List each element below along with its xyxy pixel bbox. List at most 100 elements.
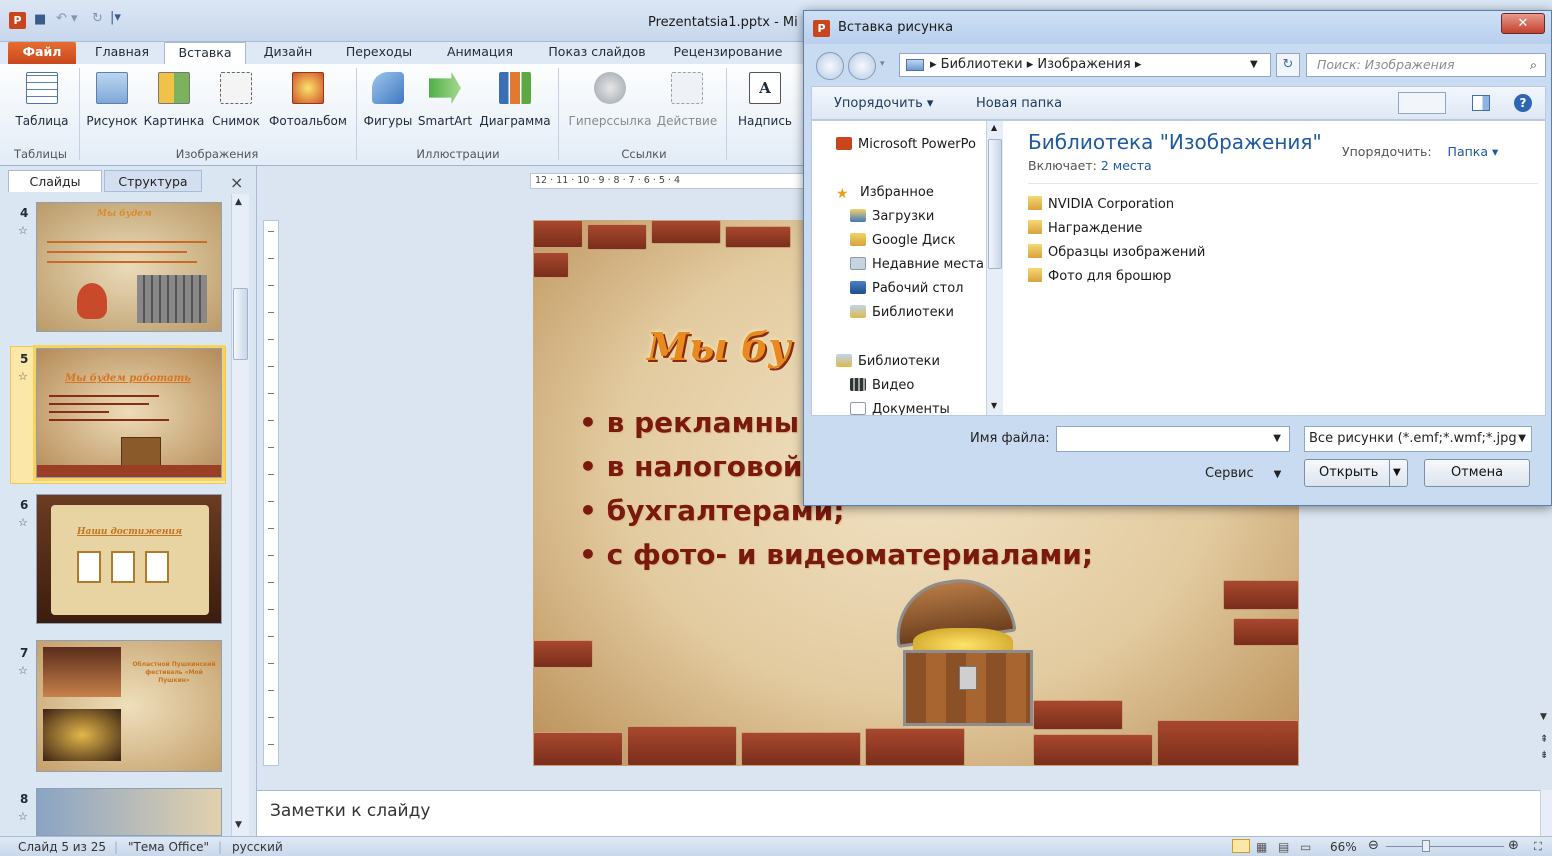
nav-item-google-drive[interactable]: Google Диск <box>850 233 956 248</box>
back-icon[interactable] <box>816 52 844 80</box>
table-button[interactable]: Таблица <box>8 68 76 128</box>
theme-name[interactable]: "Тема Office" <box>128 840 209 854</box>
nav-item-libraries-fav[interactable]: Библиотеки <box>850 305 954 320</box>
save-icon[interactable]: ■ <box>34 12 46 27</box>
slide-thumbnail[interactable]: Наши достижения <box>36 494 222 624</box>
slide-sorter-icon[interactable]: ▦ <box>1256 840 1267 854</box>
search-input[interactable]: Поиск: Изображения ⌕ <box>1306 53 1546 77</box>
textbox-button[interactable]: A Надпись <box>730 68 800 128</box>
slide-thumbnail-selected[interactable]: Мы будем работать <box>33 345 225 481</box>
slide-thumbnail[interactable]: Мы будем <box>36 202 222 332</box>
scroll-up-icon[interactable]: ▲ <box>991 123 997 132</box>
zoom-slider-thumb[interactable] <box>1422 840 1430 852</box>
chart-button[interactable]: Диаграмма <box>476 68 554 128</box>
scrollbar-thumb[interactable] <box>988 139 1002 269</box>
slide-thumbnail[interactable] <box>36 788 222 836</box>
new-folder-button[interactable]: Новая папка <box>976 96 1062 111</box>
notes-scrollbar[interactable] <box>1540 790 1552 836</box>
refresh-icon[interactable]: ↻ <box>1276 53 1300 77</box>
zoom-slider[interactable] <box>1386 846 1504 847</box>
nav-item-desktop[interactable]: Рабочий стол <box>850 281 963 296</box>
filename-input[interactable]: ▼ <box>1056 426 1290 452</box>
folder-item[interactable]: Награждение <box>1028 220 1142 236</box>
library-locations-link[interactable]: 2 места <box>1101 158 1152 173</box>
scroll-down-icon[interactable]: ▼ <box>1540 712 1547 722</box>
breadcrumb[interactable]: ▸ Библиотеки ▸ Изображения ▸ <box>930 57 1141 72</box>
normal-view-icon[interactable] <box>1232 839 1250 853</box>
next-slide-icon[interactable]: ⇟ <box>1540 750 1548 761</box>
language[interactable]: русский <box>232 840 283 854</box>
undo-icon[interactable]: ↶ ▾ <box>56 11 78 26</box>
open-button[interactable]: Открыть ▼ <box>1304 459 1408 487</box>
customize-qat-icon[interactable]: |▾ <box>110 10 121 25</box>
preview-pane-icon[interactable] <box>1472 95 1490 111</box>
shapes-button[interactable]: Фигуры <box>360 68 416 128</box>
tab-home[interactable]: Главная <box>84 42 160 64</box>
nav-item-powerpoint[interactable]: Microsoft PowerPo <box>836 137 976 152</box>
tab-insert[interactable]: Вставка <box>164 42 246 64</box>
zoom-in-icon[interactable]: ⊕ <box>1508 838 1519 853</box>
action-button[interactable]: Действие <box>654 68 720 128</box>
notes-pane[interactable]: Заметки к слайду <box>257 790 1542 836</box>
help-icon[interactable]: ? <box>1514 94 1532 112</box>
zoom-level[interactable]: 66% <box>1330 840 1357 854</box>
recent-pages-icon[interactable]: ▾ <box>880 59 885 69</box>
slide-bullet[interactable]: • в налоговой <box>579 450 803 483</box>
tab-review[interactable]: Рецензирование <box>664 42 792 64</box>
nav-item-documents[interactable]: Документы <box>850 402 950 415</box>
screenshot-button[interactable]: Снимок <box>208 68 264 128</box>
scrollbar-thumb[interactable] <box>233 288 248 360</box>
nav-item-downloads[interactable]: Загрузки <box>850 209 934 224</box>
zoom-out-icon[interactable]: ⊖ <box>1368 838 1379 853</box>
photoalbum-button[interactable]: Фотоальбом <box>266 68 350 128</box>
tab-outline[interactable]: Структура <box>104 170 202 192</box>
tab-file[interactable]: Файл <box>8 42 76 64</box>
view-options-icon[interactable] <box>1398 92 1446 114</box>
scroll-down-icon[interactable]: ▼ <box>991 401 997 410</box>
folder-item[interactable]: Образцы изображений <box>1028 244 1205 260</box>
filetype-dropdown-icon[interactable]: ▼ <box>1518 427 1526 451</box>
slides-scrollbar[interactable]: ▲ ▼ <box>231 194 249 836</box>
navigation-scrollbar[interactable]: ▲ ▼ <box>986 121 1003 415</box>
hyperlink-button[interactable]: Гиперссылка <box>566 68 654 128</box>
arrange-button[interactable]: Упорядочить ▾ <box>834 96 933 111</box>
tab-slideshow[interactable]: Показ слайдов <box>538 42 656 64</box>
powerpoint-logo-icon: P <box>9 12 26 29</box>
tab-slides[interactable]: Слайды <box>8 170 102 192</box>
tab-transitions[interactable]: Переходы <box>334 42 424 64</box>
slideshow-view-icon[interactable]: ▭ <box>1300 840 1311 854</box>
cancel-button[interactable]: Отмена <box>1424 459 1530 487</box>
reading-view-icon[interactable]: ▤ <box>1278 840 1289 854</box>
folder-item[interactable]: NVIDIA Corporation <box>1028 196 1174 212</box>
forward-icon[interactable] <box>848 52 876 80</box>
redo-icon[interactable]: ↻ <box>92 11 103 26</box>
tab-animation[interactable]: Анимация <box>432 42 528 64</box>
slide-bullet[interactable]: • с фото- и видеоматериалами; <box>579 538 1093 571</box>
address-bar[interactable]: ▸ Библиотеки ▸ Изображения ▸ ▼ <box>899 53 1271 77</box>
slide-bullet[interactable]: • в рекламны <box>579 406 799 439</box>
previous-slide-icon[interactable]: ⇞ <box>1540 734 1548 745</box>
nav-item-recent[interactable]: Недавние места <box>850 257 984 272</box>
scroll-down-icon[interactable]: ▼ <box>235 820 242 830</box>
filename-dropdown-icon[interactable]: ▼ <box>1273 427 1281 451</box>
clipart-button[interactable]: Картинка <box>142 68 206 128</box>
fit-to-window-icon[interactable]: ⛶ <box>1534 840 1542 854</box>
close-button[interactable]: ✕ <box>1501 13 1545 34</box>
nav-item-video[interactable]: Видео <box>850 378 914 393</box>
picture-button[interactable]: Рисунок <box>84 68 140 128</box>
scroll-up-icon[interactable]: ▲ <box>235 197 242 207</box>
tools-button[interactable]: Сервис ▼ <box>1205 466 1281 481</box>
search-icon[interactable]: ⌕ <box>1530 54 1537 76</box>
open-dropdown-icon[interactable]: ▼ <box>1393 460 1401 486</box>
folder-item[interactable]: Фото для брошюр <box>1028 268 1171 284</box>
address-dropdown-icon[interactable]: ▼ <box>1250 54 1258 76</box>
slide-title[interactable]: Мы бу <box>647 324 791 369</box>
filetype-select[interactable]: Все рисунки (*.emf;*.wmf;*.jpg ▼ <box>1304 426 1532 452</box>
arrange-by-dropdown[interactable]: Папка ▾ <box>1448 144 1499 159</box>
nav-item-favorites[interactable]: ★ Избранное <box>836 185 934 202</box>
nav-item-libraries[interactable]: Библиотеки <box>836 354 940 369</box>
slide-thumbnail[interactable]: Областной Пушкинский фестиваль «Мой Пушк… <box>36 640 222 772</box>
tab-design[interactable]: Дизайн <box>252 42 324 64</box>
smartart-button[interactable]: SmartArt <box>416 68 474 128</box>
close-panel-icon[interactable]: × <box>230 173 243 192</box>
